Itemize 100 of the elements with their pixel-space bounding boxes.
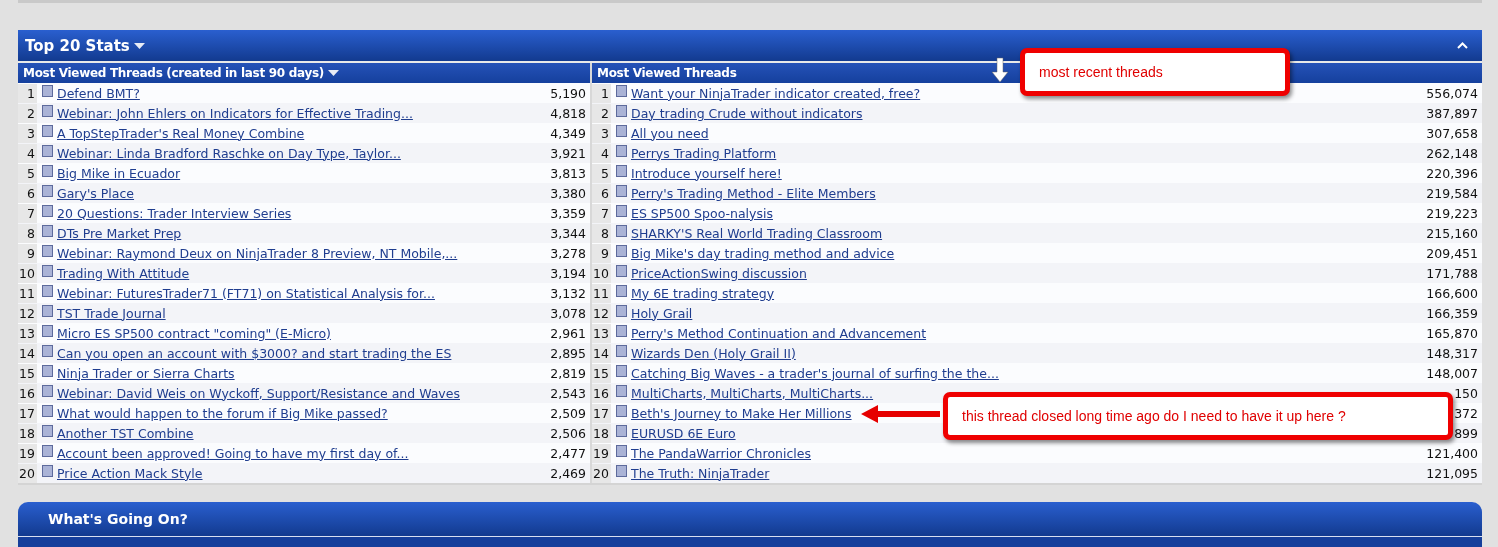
thread-icon [42, 85, 53, 97]
thread-link[interactable]: Price Action Mack Style [57, 465, 203, 481]
thread-icon [42, 105, 53, 117]
thread-link[interactable]: PriceActionSwing discussion [631, 265, 807, 281]
thread-link[interactable]: What would happen to the forum if Big Mike passed? [57, 405, 388, 421]
thread-link[interactable]: Big Mike's day trading method and advice [631, 245, 895, 261]
rank-cell: 12 [18, 303, 37, 323]
thread-icon [616, 305, 627, 317]
thread-link[interactable]: Perrys Trading Platform [631, 145, 777, 161]
rank-cell: 3 [18, 123, 37, 143]
thread-icon [42, 125, 53, 137]
thread-link[interactable]: Trading With Attitude [57, 265, 190, 281]
view-count: 166,600 [1426, 285, 1479, 301]
rank-cell: 14 [592, 343, 611, 363]
thread-link[interactable]: Another TST Combine [57, 425, 194, 441]
thread-link[interactable]: Account been approved! Going to have my first day of... [57, 445, 409, 461]
thread-link[interactable]: Big Mike in Ecuador [57, 165, 181, 181]
thread-icon [42, 185, 53, 197]
collapse-icon[interactable] [1457, 42, 1468, 49]
thread-link[interactable]: Introduce yourself here! [631, 165, 782, 181]
thread-link[interactable]: All you need [631, 125, 709, 141]
view-count: 3,278 [550, 245, 587, 261]
rank-cell: 2 [592, 103, 611, 123]
thread-icon [42, 265, 53, 277]
rank-cell: 9 [18, 243, 37, 263]
thread-link[interactable]: The Truth: NinjaTrader [631, 465, 770, 481]
thread-icon [42, 165, 53, 177]
rank-cell: 8 [18, 223, 37, 243]
thread-link[interactable]: Ninja Trader or Sierra Charts [57, 365, 235, 381]
view-count: 3,194 [550, 265, 587, 281]
thread-link[interactable]: A TopStepTrader's Real Money Combine [57, 125, 305, 141]
rank-cell: 1 [18, 83, 37, 103]
thread-link[interactable]: Webinar: Linda Bradford Raschke on Day Type, Taylor... [57, 145, 401, 161]
thread-icon [616, 345, 627, 357]
thread-icon [616, 265, 627, 277]
rank-cell: 5 [18, 163, 37, 183]
view-count: 2,477 [550, 445, 587, 461]
thread-link[interactable]: 20 Questions: Trader Interview Series [57, 205, 292, 221]
thread-link[interactable]: Webinar: FuturesTrader71 (FT71) on Statistical Analysis for... [57, 285, 435, 301]
thread-link[interactable]: Gary's Place [57, 185, 135, 201]
rank-cell: 17 [18, 403, 37, 423]
annotation-callout: this thread closed long time ago do I need to have it up here ? [943, 392, 1453, 440]
thread-link[interactable]: Beth's Journey to Make Her Millions [631, 405, 852, 421]
caret-icon[interactable] [328, 69, 339, 77]
view-count: 2,819 [550, 365, 587, 381]
thread-icon [616, 445, 627, 457]
thread-link[interactable]: SHARKY'S Real World Trading Classroom [631, 225, 883, 241]
view-count: 121,095 [1426, 465, 1479, 481]
view-count: 209,451 [1426, 245, 1479, 261]
thread-link[interactable]: Can you open an account with $3000? and start trading the ES [57, 345, 452, 361]
rank-cell: 6 [592, 183, 611, 203]
view-count: 3,344 [550, 225, 587, 241]
view-count: 307,658 [1426, 125, 1479, 141]
thread-link[interactable]: Defend BMT? [57, 85, 140, 101]
view-count: 262,148 [1426, 145, 1479, 161]
thread-link[interactable]: Webinar: Raymond Deux on NinjaTrader 8 Preview, NT Mobile,... [57, 245, 458, 261]
view-count: 121,400 [1426, 445, 1479, 461]
thread-link[interactable]: Perry's Trading Method - Elite Members [631, 185, 876, 201]
rank-cell: 14 [18, 343, 37, 363]
thread-icon [42, 285, 53, 297]
thread-icon [42, 465, 53, 477]
thread-link[interactable]: The PandaWarrior Chronicles [631, 445, 811, 461]
rank-cell: 19 [592, 443, 611, 463]
arrow-icon [860, 404, 942, 424]
thread-link[interactable]: TST Trade Journal [57, 305, 166, 321]
thread-link[interactable]: Holy Grail [631, 305, 693, 321]
thread-link[interactable]: Webinar: David Weis on Wyckoff, Support/Resistance and Waves [57, 385, 460, 401]
thread-link[interactable]: MultiCharts, MultiCharts, MultiCharts... [631, 385, 874, 401]
rank-cell: 12 [592, 303, 611, 323]
thread-link[interactable]: Wizards Den (Holy Grail II) [631, 345, 796, 361]
thread-link[interactable]: Perry's Method Continuation and Advancement [631, 325, 927, 341]
thread-link[interactable]: EURUSD 6E Euro [631, 425, 736, 441]
thread-icon [42, 405, 53, 417]
thread-icon [616, 365, 627, 377]
rank-cell: 17 [592, 403, 611, 423]
rank-cell: 18 [592, 423, 611, 443]
rank-cell: 8 [592, 223, 611, 243]
thread-link[interactable]: Catching Big Waves - a trader's journal of surfing the the... [631, 365, 999, 381]
thread-link[interactable]: Webinar: John Ehlers on Indicators for Effective Trading... [57, 105, 413, 121]
thread-icon [616, 245, 627, 257]
thread-link[interactable]: My 6E trading strategy [631, 285, 775, 301]
thread-icon [616, 125, 627, 137]
thread-icon [42, 205, 53, 217]
caret-icon[interactable] [133, 43, 145, 50]
thread-link[interactable]: DTs Pre Market Prep [57, 225, 182, 241]
rank-cell: 9 [592, 243, 611, 263]
view-count: 2,506 [550, 425, 587, 441]
thread-icon [42, 305, 53, 317]
thread-icon [616, 325, 627, 337]
view-count: 219,584 [1426, 185, 1479, 201]
thread-link[interactable]: Micro ES SP500 contract "coming" (E-Micro) [57, 325, 331, 341]
view-count: 4,349 [550, 125, 587, 141]
thread-link[interactable]: ES SP500 Spoo-nalysis [631, 205, 773, 221]
panel-title[interactable]: Top 20 Stats [25, 36, 130, 55]
view-count: 556,074 [1426, 85, 1479, 101]
rank-cell: 11 [18, 283, 37, 303]
view-count: 148,317 [1426, 345, 1479, 361]
thread-link[interactable]: Want your NinjaTrader indicator created, free? [631, 85, 921, 101]
thread-link[interactable]: Day trading Crude without indicators [631, 105, 863, 121]
column-title: Most Viewed Threads (created in last 90 days) [23, 66, 324, 80]
